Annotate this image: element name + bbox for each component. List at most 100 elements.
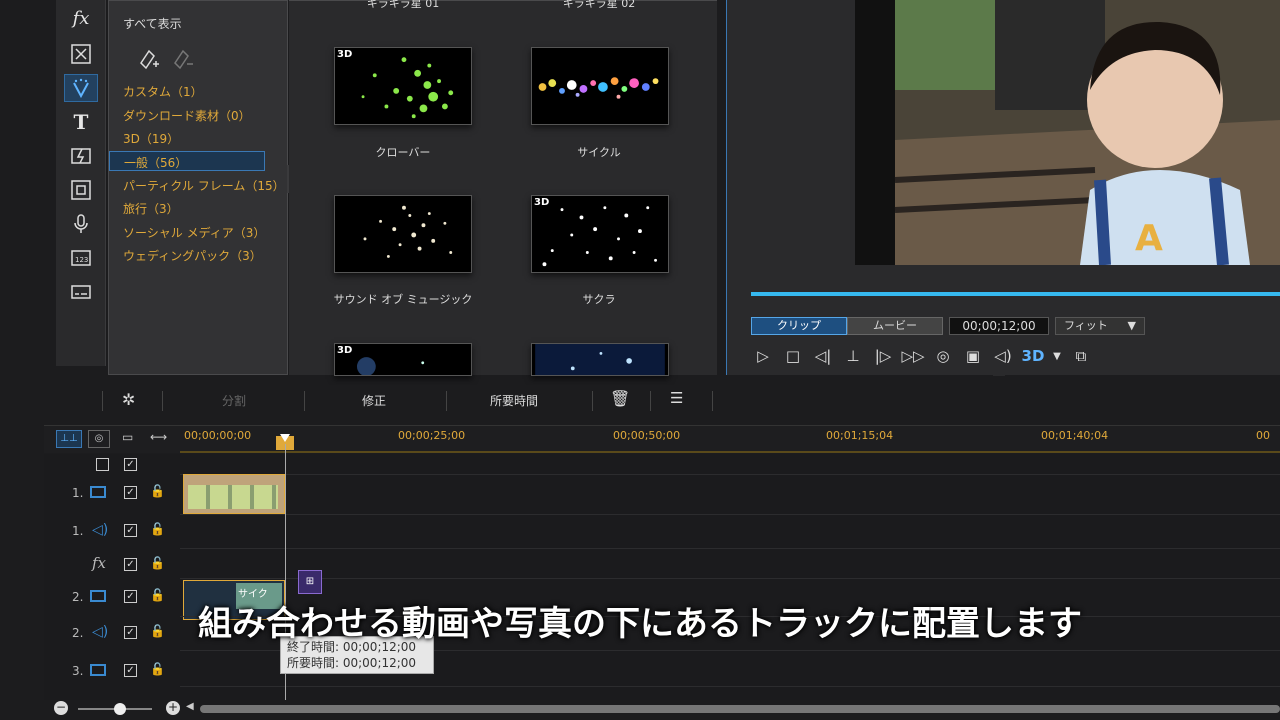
preview-panel: A クリップ ムービー 00;00;12;00 フィット ▼ ▷ □ ◁| ⊥ … bbox=[726, 0, 1280, 375]
timeline-view-icon[interactable]: ⊥⊥ bbox=[56, 430, 82, 448]
zoom-fit-dropdown[interactable]: フィット ▼ bbox=[1055, 317, 1145, 335]
template-thumbnail-sakura[interactable]: 3D bbox=[531, 195, 669, 273]
lock-icon[interactable]: 🔓 bbox=[150, 522, 165, 536]
ruler-line bbox=[180, 451, 1280, 453]
movie-mode-toggle[interactable]: ムービー bbox=[847, 317, 943, 335]
lane-divider bbox=[180, 514, 1280, 515]
timeline-toolbar: ✲ 分割 修正 所要時間 🗑 ☰ bbox=[44, 385, 1280, 417]
snapshot-icon[interactable]: ◎ bbox=[931, 345, 955, 367]
fast-forward-icon[interactable]: ▷▷ bbox=[901, 345, 925, 367]
lock-icon[interactable]: 🔓 bbox=[150, 484, 165, 498]
subtitle-icon[interactable] bbox=[64, 278, 98, 306]
zoom-out-icon[interactable]: − bbox=[54, 701, 68, 715]
track-header-fx: 𝑓x ✓ 🔓 bbox=[50, 550, 180, 584]
category-item[interactable]: ダウンロード素材（0） bbox=[123, 107, 251, 124]
category-item[interactable]: ソーシャル メディア（3） bbox=[123, 224, 265, 241]
remove-favorite-icon[interactable] bbox=[171, 49, 195, 75]
effect-spray-icon[interactable] bbox=[64, 74, 98, 102]
split-playhead-icon[interactable]: ⊥ bbox=[841, 345, 865, 367]
category-item[interactable]: パーティクル フレーム（15） bbox=[123, 177, 285, 194]
divider bbox=[446, 391, 447, 411]
lane-divider bbox=[180, 686, 1280, 687]
fix-button[interactable]: 修正 bbox=[362, 392, 386, 409]
divider bbox=[102, 391, 103, 411]
divider bbox=[712, 391, 713, 411]
display-mode-icon[interactable]: ▣ bbox=[961, 345, 985, 367]
category-item[interactable]: カスタム（1） bbox=[123, 83, 203, 100]
transition-icon[interactable] bbox=[64, 142, 98, 170]
track-enable-checkbox[interactable]: ✓ bbox=[124, 486, 137, 499]
lane-divider bbox=[180, 578, 1280, 579]
lock-icon[interactable]: 🔓 bbox=[150, 556, 165, 570]
chapter-icon[interactable]: 123 bbox=[64, 244, 98, 272]
category-item[interactable]: ウェディングパック（3） bbox=[123, 247, 262, 264]
ruler-tick: 00;01;40;04 bbox=[1041, 429, 1109, 442]
pip-icon[interactable] bbox=[64, 176, 98, 204]
volume-icon[interactable]: ◁) bbox=[991, 345, 1015, 367]
chevron-down-icon: ▼ bbox=[1127, 319, 1136, 332]
track-number: 1. bbox=[72, 486, 84, 500]
track-number: 3. bbox=[72, 664, 84, 678]
track-manager-icon[interactable]: ▭ bbox=[122, 430, 133, 444]
fx-track-icon: 𝑓x bbox=[92, 554, 107, 572]
track-enable-checkbox[interactable]: ✓ bbox=[124, 558, 137, 571]
magic-tools-icon[interactable]: ✲ bbox=[122, 390, 135, 409]
room-rail: 𝑓x T 123 bbox=[56, 0, 106, 366]
track-visibility-checkbox[interactable] bbox=[96, 458, 109, 471]
stop-icon[interactable]: □ bbox=[781, 345, 805, 367]
track-enable-checkbox[interactable]: ✓ bbox=[124, 458, 137, 471]
template-thumbnail[interactable]: 3D bbox=[334, 343, 472, 376]
audio-track-icon: ◁) bbox=[92, 522, 109, 538]
zoom-in-icon[interactable]: + bbox=[166, 701, 180, 715]
storyboard-view-icon[interactable]: ◎ bbox=[88, 430, 110, 448]
template-label: サクラ bbox=[582, 293, 616, 306]
clip-mode-toggle[interactable]: クリップ bbox=[751, 317, 847, 335]
track-enable-checkbox[interactable]: ✓ bbox=[124, 664, 137, 677]
next-frame-icon[interactable]: |▷ bbox=[871, 345, 895, 367]
add-favorite-icon[interactable] bbox=[137, 49, 161, 75]
trash-icon[interactable]: 🗑 bbox=[610, 389, 630, 408]
template-thumbnail-sound-of-music[interactable] bbox=[334, 195, 472, 273]
svg-text:123: 123 bbox=[75, 256, 88, 264]
particle-room-icon[interactable] bbox=[64, 40, 98, 68]
ruler-tick: 00 bbox=[1256, 429, 1270, 442]
template-thumbnail-cycle[interactable] bbox=[531, 47, 669, 125]
timecode-field[interactable]: 00;00;12;00 bbox=[949, 317, 1049, 335]
timeline-ruler[interactable]: ⊥⊥ ◎ ▭ ⟷ 00;00;00;00 00;00;25;00 00;00;5… bbox=[44, 425, 1280, 453]
template-thumbnail-clover[interactable]: 3D bbox=[334, 47, 472, 125]
category-item[interactable]: 3D（19） bbox=[123, 130, 179, 147]
category-item-selected[interactable]: 一般（56） bbox=[109, 151, 265, 171]
split-button[interactable]: 分割 bbox=[222, 392, 246, 409]
fx-icon[interactable]: 𝑓x bbox=[64, 4, 98, 32]
chevron-down-icon[interactable]: ▼ bbox=[1051, 345, 1063, 367]
ruler-tick: 00;00;50;00 bbox=[613, 429, 681, 442]
audio-mic-icon[interactable] bbox=[64, 210, 98, 238]
previous-frame-icon[interactable]: ◁| bbox=[811, 345, 835, 367]
fit-timeline-icon[interactable]: ⟷ bbox=[150, 430, 167, 444]
zoom-slider-thumb[interactable] bbox=[114, 703, 126, 715]
template-grid: キラキラ星 01 キラキラ星 02 3D クローバー サイクル サウンド オブ … bbox=[289, 0, 1005, 376]
divider bbox=[592, 391, 593, 411]
template-label: キラキラ星 01 bbox=[366, 0, 440, 10]
show-all-dropdown[interactable]: すべて表示 bbox=[123, 15, 182, 32]
lock-icon[interactable]: 🔓 bbox=[150, 662, 165, 676]
video-track-icon bbox=[90, 486, 106, 498]
video-clip[interactable] bbox=[183, 474, 285, 514]
timeline-horizontal-scrollbar[interactable] bbox=[200, 705, 1280, 713]
3d-mode-icon[interactable]: 3D bbox=[1021, 345, 1045, 367]
scroll-left-arrow-icon[interactable]: ◀ bbox=[186, 701, 194, 712]
track-enable-checkbox[interactable]: ✓ bbox=[124, 524, 137, 537]
preview-progress-bar[interactable] bbox=[751, 292, 1280, 296]
template-thumbnail[interactable] bbox=[531, 343, 669, 376]
preview-video: A bbox=[855, 0, 1280, 266]
undock-preview-icon[interactable]: ⧉ bbox=[1069, 345, 1093, 367]
lane-divider bbox=[180, 548, 1280, 549]
category-item[interactable]: 旅行（3） bbox=[123, 200, 179, 217]
title-icon[interactable]: T bbox=[64, 108, 98, 136]
divider bbox=[650, 391, 651, 411]
more-options-icon[interactable]: ☰ bbox=[670, 389, 683, 407]
duration-button[interactable]: 所要時間 bbox=[490, 392, 538, 409]
play-icon[interactable]: ▷ bbox=[751, 345, 775, 367]
ruler-tick: 00;00;25;00 bbox=[398, 429, 466, 442]
app-window: 𝑓x T 123 すべて表示 カスタム（1） ダウンロード素材（0） 3D（19… bbox=[0, 0, 1280, 720]
